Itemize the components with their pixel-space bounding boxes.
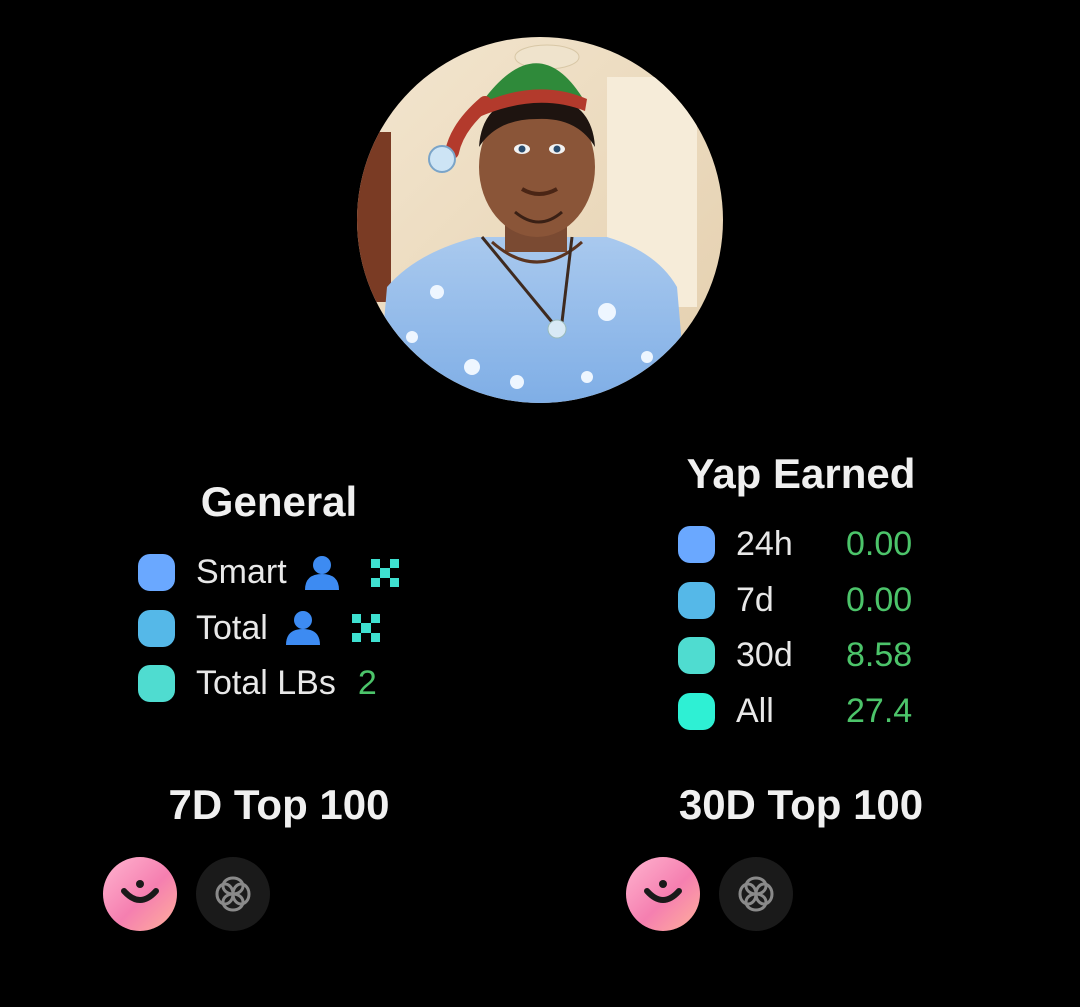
knot-icon[interactable] [196, 857, 270, 931]
kaito-smile-icon[interactable] [626, 857, 700, 931]
yap-7d-dot [678, 581, 715, 619]
knot-icon[interactable] [719, 857, 793, 931]
yap-earned-stats: 24h 0.00 7d 0.00 30d 8.58 All 27.4 [678, 517, 912, 739]
yap-all-value: 27.4 [846, 691, 913, 730]
yap-earned-title: Yap Earned [686, 450, 916, 497]
yap-7d-value: 0.00 [846, 580, 913, 619]
x-mark-icon[interactable] [370, 558, 399, 587]
yap-24h-period: 24h [736, 525, 793, 564]
profile-avatar [357, 37, 723, 403]
top-30d-badges [626, 857, 793, 931]
yap-row-24h: 24h 0.00 [678, 517, 912, 573]
kaito-smile-icon[interactable] [103, 857, 177, 931]
yap-7d-period: 7d [736, 580, 774, 619]
yap-24h-value: 0.00 [846, 525, 913, 564]
user-icon [303, 555, 341, 591]
total-dot [138, 609, 175, 647]
general-stats: Smart Total Total LBs 2 [138, 545, 399, 712]
general-row-total: Total [138, 601, 399, 657]
yap-all-dot [678, 692, 715, 730]
yap-30d-dot [678, 637, 715, 675]
yap-30d-value: 8.58 [846, 636, 913, 675]
yap-30d-period: 30d [736, 636, 793, 675]
yap-row-all: All 27.4 [678, 684, 912, 740]
general-row-total-lbs: Total LBs 2 [138, 656, 399, 712]
top-7d-title: 7D Top 100 [168, 781, 390, 828]
yap-all-period: All [736, 691, 774, 730]
avatar-illustration [357, 37, 723, 403]
smart-label: Smart [196, 553, 287, 592]
top-7d-badges [103, 857, 270, 931]
top-30d-title: 30D Top 100 [678, 781, 924, 828]
total-lbs-label: Total LBs [196, 664, 336, 703]
total-label: Total [196, 608, 268, 647]
general-row-smart: Smart [138, 545, 399, 601]
yap-row-30d: 30d 8.58 [678, 628, 912, 684]
x-mark-icon[interactable] [351, 614, 380, 643]
yap-24h-dot [678, 526, 715, 564]
smart-dot [138, 554, 175, 592]
yap-row-7d: 7d 0.00 [678, 573, 912, 629]
total-lbs-dot [138, 665, 175, 703]
total-lbs-value: 2 [357, 664, 377, 703]
user-icon [284, 610, 322, 646]
general-title: General [200, 478, 358, 525]
